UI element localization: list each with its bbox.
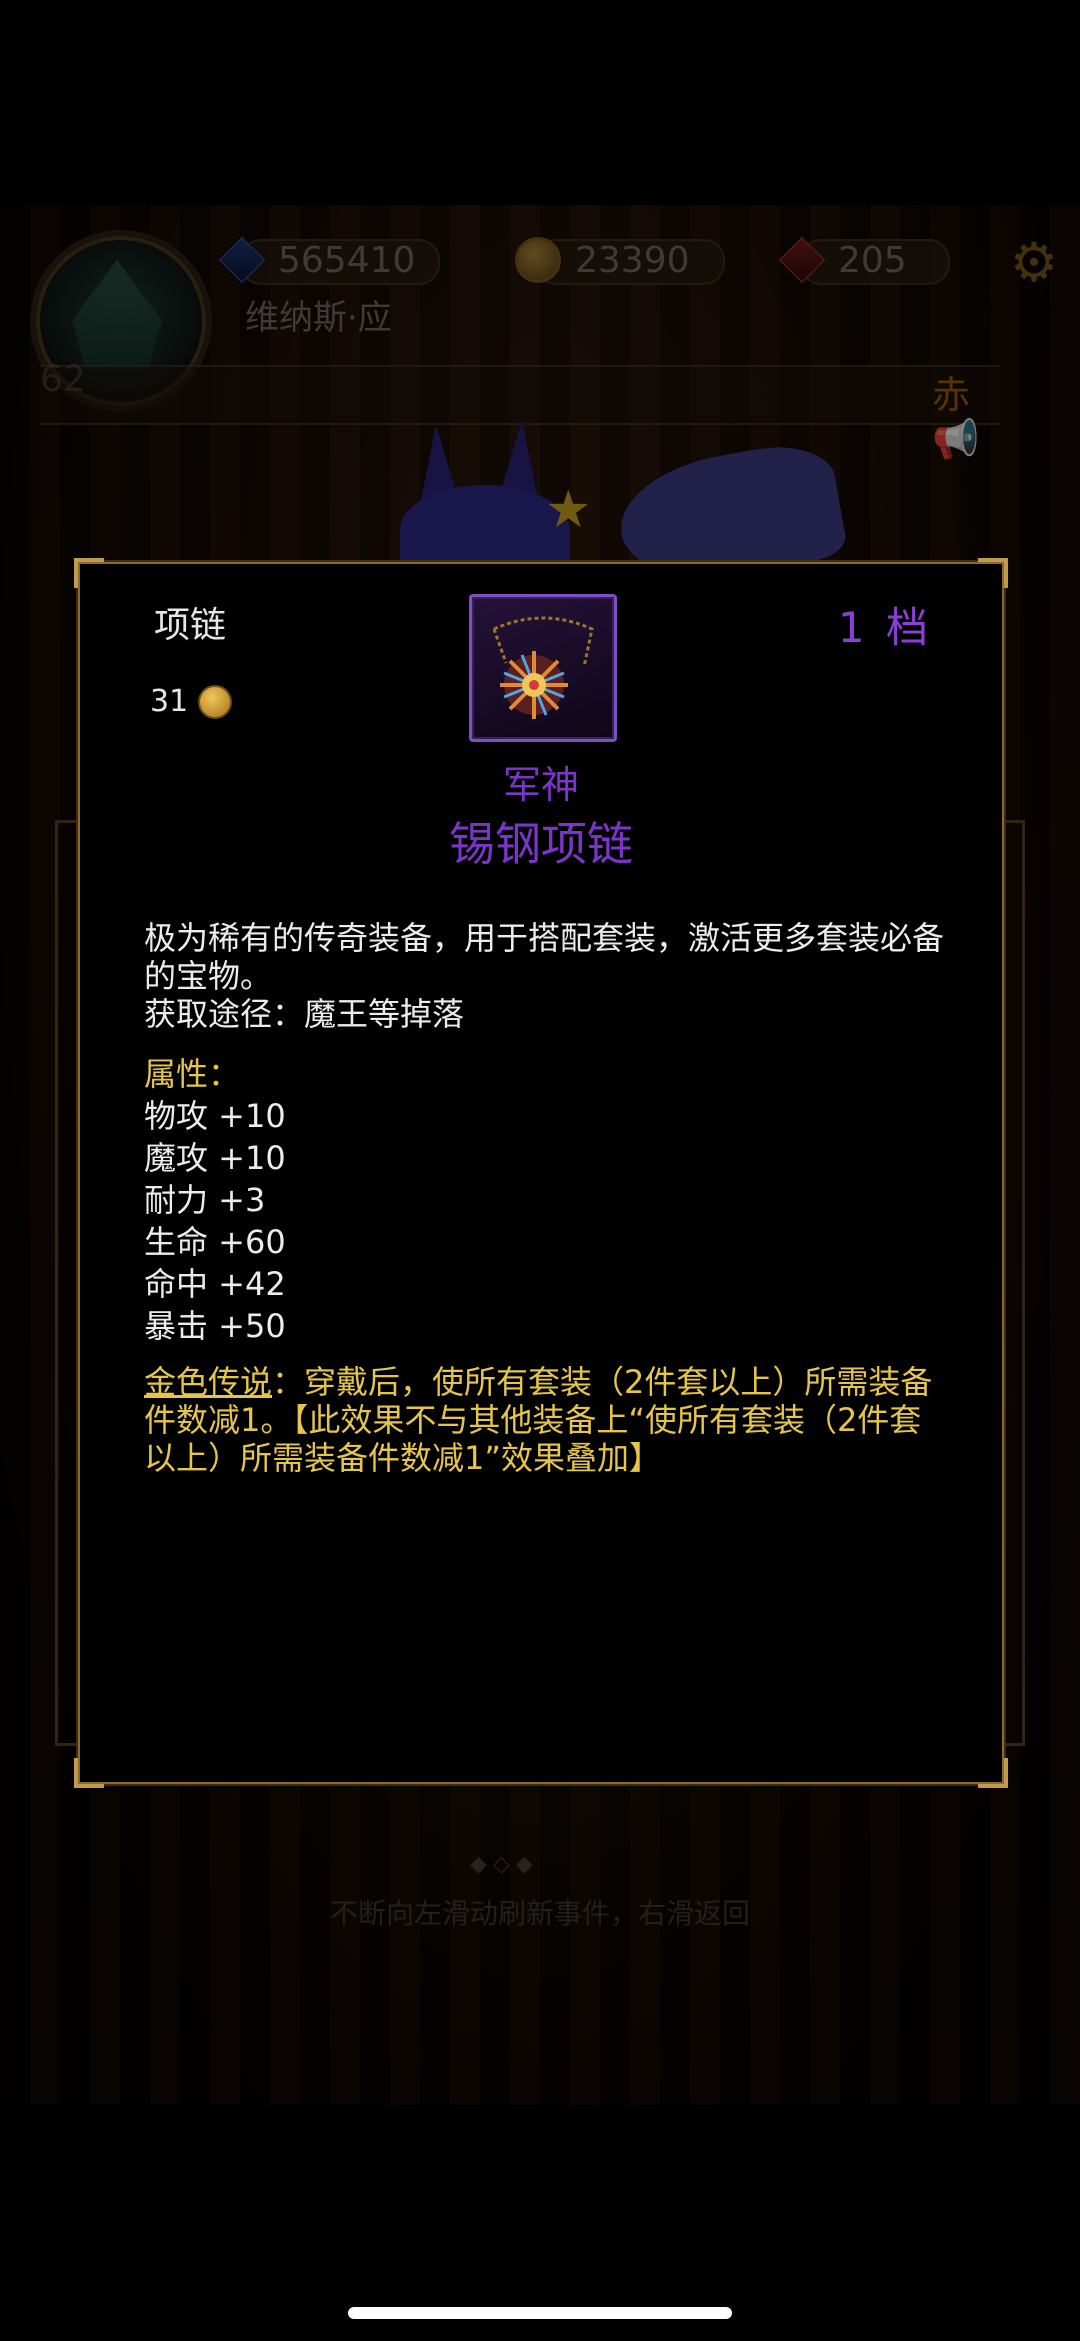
item-source: 获取途径：魔王等掉落 (144, 995, 465, 1033)
attribute-line: 物攻 +10 (144, 1097, 286, 1135)
corner-ornament (74, 558, 104, 588)
price-value: 31 (150, 684, 189, 719)
item-price: 31 (150, 684, 233, 719)
item-details: 极为稀有的传奇装备，用于搭配套装，激活更多套装必备的宝物。 获取途径：魔王等掉落… (144, 919, 944, 1477)
attribute-line: 生命 +60 (144, 1223, 286, 1261)
attribute-line: 暴击 +50 (144, 1307, 286, 1345)
item-grade: 1 档 (837, 603, 932, 652)
necklace-icon (492, 616, 594, 719)
item-name: 锡钢项链 (449, 817, 633, 871)
item-description: 极为稀有的传奇装备，用于搭配套装，激活更多套装必备的宝物。 (144, 919, 945, 995)
corner-ornament (74, 1758, 104, 1788)
attribute-line: 耐力 +3 (144, 1181, 266, 1219)
item-set-name: 军神 (502, 763, 579, 807)
legendary-effect: 金色传说：穿戴后，使所有套装（2件套以上）所需装备件数减1。【此效果不与其他装备… (144, 1363, 944, 1477)
attribute-line: 魔攻 +10 (144, 1139, 286, 1177)
corner-ornament (978, 558, 1008, 588)
attributes-title: 属性： (144, 1055, 241, 1093)
corner-ornament (978, 1758, 1008, 1788)
item-detail-dialog[interactable]: 项链 31 1 档 军神 锡钢项链 极为稀有的传奇装备，用于搭配套装，激活更多套… (74, 558, 1008, 1788)
attribute-line: 命中 +42 (144, 1265, 286, 1303)
legendary-label: 金色传说 (144, 1363, 273, 1401)
item-type: 项链 (154, 605, 227, 646)
home-indicator[interactable] (348, 2307, 732, 2319)
item-slot (469, 594, 617, 742)
coin-icon (198, 684, 233, 719)
